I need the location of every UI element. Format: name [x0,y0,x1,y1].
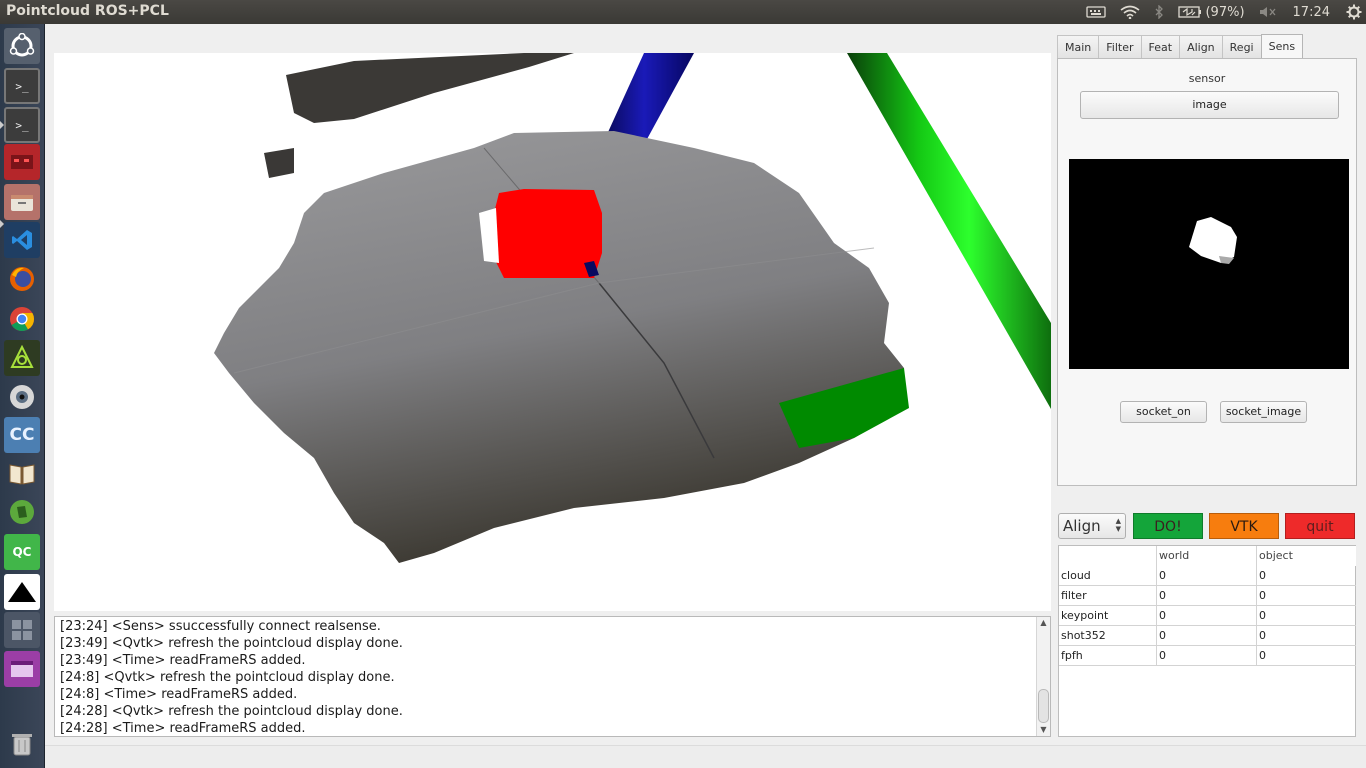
files-icon[interactable] [4,184,40,220]
header-cell [1059,546,1157,566]
quit-button[interactable]: quit [1285,513,1355,539]
workspace-icon[interactable] [4,612,40,648]
table-cell[interactable]: 0 [1257,566,1356,586]
window-icon[interactable] [4,651,40,687]
row-label: shot352 [1059,626,1157,646]
table-row[interactable]: shot352 0 0 [1059,626,1356,646]
eye-icon[interactable] [4,379,40,415]
mask-blob [1189,217,1237,263]
table-row[interactable]: cloud 0 0 [1059,566,1356,586]
scroll-down-icon[interactable]: ▼ [1037,724,1050,736]
sens-tab-pane: sensor image socket_on socket_image [1057,58,1357,486]
row-label: fpfh [1059,646,1157,666]
vtk-pointcloud-viewport[interactable] [54,53,1051,611]
table-cell[interactable]: 0 [1257,586,1356,606]
tab-regi[interactable]: Regi [1221,35,1262,59]
mode-select-value: Align [1063,517,1101,535]
table-cell[interactable]: 0 [1157,646,1257,666]
gear-icon[interactable] [1346,4,1362,20]
log-line: [24:8] <Time> readFrameRS added. [60,687,298,702]
sensor-image-preview [1069,159,1349,369]
image-button[interactable]: image [1080,91,1339,119]
header-cell[interactable]: world [1157,546,1257,566]
evernote-icon[interactable] [4,494,40,530]
scrollbar-thumb[interactable] [1038,689,1049,723]
black-triangle-icon[interactable] [4,574,40,610]
table-row[interactable]: fpfh 0 0 [1059,646,1356,666]
log-line: [24:28] <Time> readFrameRS added. [60,721,306,736]
terminal-icon[interactable]: >_ [4,107,40,143]
trash-icon[interactable] [4,726,40,762]
clock[interactable]: 17:24 [1293,5,1330,20]
stats-table[interactable]: world object cloud 0 0 filter 0 0 keypoi… [1058,545,1356,737]
table-cell[interactable]: 0 [1257,626,1356,646]
volume-mute-icon[interactable] [1259,6,1277,18]
table-cell[interactable]: 0 [1157,586,1257,606]
red-app-icon[interactable] [4,144,40,180]
qc-icon[interactable]: QC [4,534,40,570]
tab-sens[interactable]: Sens [1260,34,1304,59]
header-cell[interactable]: object [1257,546,1356,566]
battery-percent: (97%) [1205,4,1245,20]
row-label: filter [1059,586,1157,606]
tab-main[interactable]: Main [1057,35,1100,59]
chrome-icon[interactable] [4,301,40,337]
do-button[interactable]: DO! [1133,513,1203,539]
table-row[interactable]: filter 0 0 [1059,586,1356,606]
log-lines: [23:24] <Sens> ssuccessfully connect rea… [60,618,1034,737]
table-cell[interactable]: 0 [1157,566,1257,586]
table-row[interactable]: keypoint 0 0 [1059,606,1356,626]
socket-on-button[interactable]: socket_on [1120,401,1207,423]
tab-feat[interactable]: Feat [1140,35,1181,59]
ubuntu-icon[interactable] [4,28,40,64]
log-line: [24:28] <Qvtk> refresh the pointcloud di… [60,704,403,719]
window-title: Pointcloud ROS+PCL [6,3,169,19]
vscode-icon[interactable] [4,222,40,258]
log-line: [23:49] <Time> readFrameRS added. [60,653,306,668]
vtk-button[interactable]: VTK [1209,513,1279,539]
table-header: world object [1059,546,1356,566]
mode-select[interactable]: Align ▲ ▼ [1058,513,1126,539]
tab-align[interactable]: Align [1179,35,1223,59]
log-line: [23:24] <Sens> ssuccessfully connect rea… [60,619,381,634]
bluetooth-icon[interactable] [1154,5,1164,19]
top-panel: Pointcloud ROS+PCL (97%) 17:24 [0,0,1366,24]
battery-icon[interactable]: (97%) [1178,4,1245,20]
row-label: keypoint [1059,606,1157,626]
log-line: [24:8] <Qvtk> refresh the pointcloud dis… [60,670,395,685]
launcher: >_ >_ CC QC [0,24,45,768]
log-output[interactable]: [23:24] <Sens> ssuccessfully connect rea… [54,616,1051,737]
background-cloud-strip [286,53,574,123]
log-scrollbar[interactable]: ▲ ▼ [1036,617,1050,736]
wifi-icon[interactable] [1120,5,1140,19]
row-label: cloud [1059,566,1157,586]
cc-icon[interactable]: CC [4,417,40,453]
socket-image-button[interactable]: socket_image [1220,401,1307,423]
table-cell[interactable]: 0 [1257,606,1356,626]
pointcloud-render [214,53,1051,563]
log-line: [23:49] <Qvtk> refresh the pointcloud di… [60,636,403,651]
keyboard-icon[interactable] [1086,6,1107,18]
tab-bar: Main Filter Feat Align Regi Sens [1057,34,1304,59]
terminal-icon[interactable]: >_ [4,68,40,104]
table-cell[interactable]: 0 [1257,646,1356,666]
firefox-icon[interactable] [4,261,40,297]
scroll-up-icon[interactable]: ▲ [1037,617,1050,629]
tab-filter[interactable]: Filter [1098,35,1142,59]
table-cell[interactable]: 0 [1157,606,1257,626]
book-icon[interactable] [4,456,40,492]
table-cell[interactable]: 0 [1157,626,1257,646]
system-tray: (97%) 17:24 [1079,0,1366,24]
sensor-label: sensor [1188,72,1226,85]
status-bar [45,745,1366,768]
tree-icon[interactable] [4,340,40,376]
updown-caret-icon: ▲ ▼ [1115,517,1121,533]
